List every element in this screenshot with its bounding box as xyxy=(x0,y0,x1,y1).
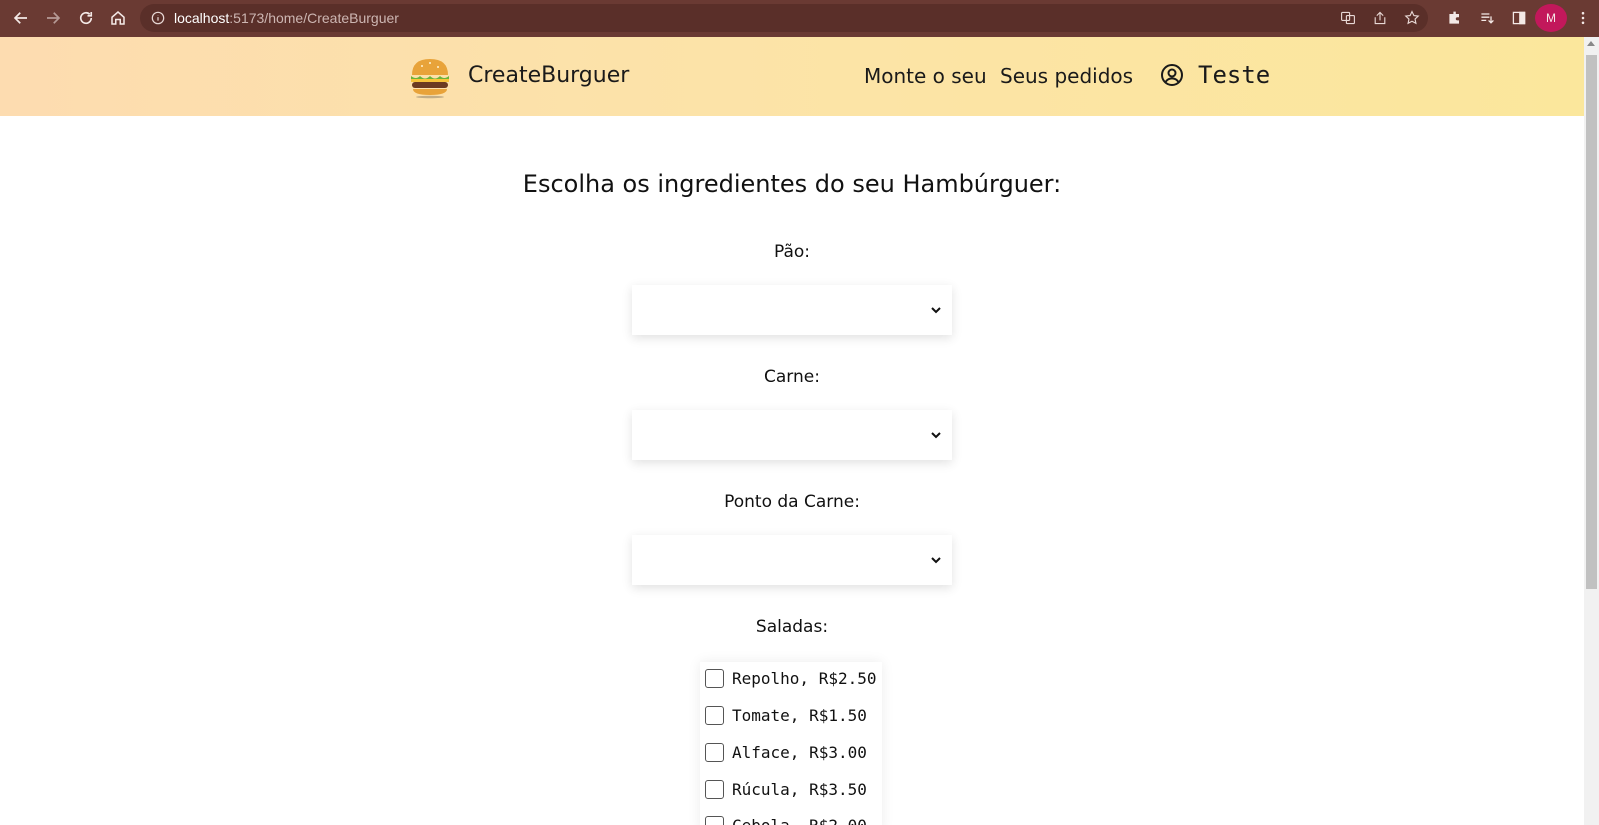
extensions-icon[interactable] xyxy=(1439,4,1471,32)
address-bar[interactable]: localhost:5173/home/CreateBurguer xyxy=(140,4,1428,32)
info-icon[interactable] xyxy=(150,10,166,26)
burger-logo-icon[interactable] xyxy=(408,55,452,99)
checkbox[interactable] xyxy=(705,669,724,688)
checkbox[interactable] xyxy=(705,816,724,825)
salads-label: Saladas: xyxy=(755,617,829,637)
salad-option-label: Repolho, R$2.50 xyxy=(732,669,877,688)
reading-list-icon[interactable] xyxy=(1471,4,1503,32)
salad-option-label: Rúcula, R$3.50 xyxy=(732,780,867,799)
salad-option-cebola[interactable]: Cebola, R$2.00 xyxy=(705,816,867,825)
checkbox[interactable] xyxy=(705,743,724,762)
avatar: M xyxy=(1535,4,1567,32)
user-name: Teste xyxy=(1198,61,1271,89)
chevron-down-icon xyxy=(931,307,941,314)
salad-option-label: Tomate, R$1.50 xyxy=(732,706,867,725)
reload-icon[interactable] xyxy=(70,2,102,34)
star-icon[interactable] xyxy=(1402,8,1422,28)
doneness-label: Ponto da Carne: xyxy=(724,492,860,512)
profile-avatar[interactable]: M xyxy=(1535,4,1567,32)
forward-icon[interactable] xyxy=(37,2,69,34)
bread-label: Pão: xyxy=(773,242,811,262)
side-panel-icon[interactable] xyxy=(1503,4,1535,32)
salad-option-tomate[interactable]: Tomate, R$1.50 xyxy=(705,706,867,725)
checkbox[interactable] xyxy=(705,706,724,725)
menu-icon[interactable] xyxy=(1567,4,1599,32)
salad-option-repolho[interactable]: Repolho, R$2.50 xyxy=(705,669,877,688)
brand-name[interactable]: CreateBurguer xyxy=(468,63,629,88)
user-menu[interactable]: Teste xyxy=(1160,61,1270,89)
salad-option-alface[interactable]: Alface, R$3.00 xyxy=(705,743,867,762)
checkbox[interactable] xyxy=(705,780,724,799)
salad-option-label: Cebola, R$2.00 xyxy=(732,816,867,825)
site-header: CreateBurguer Monte o seu Seus pedidos T… xyxy=(0,37,1584,116)
translate-icon[interactable] xyxy=(1338,8,1358,28)
back-icon[interactable] xyxy=(5,2,37,34)
scrollbar-thumb[interactable] xyxy=(1586,55,1597,589)
meat-select[interactable] xyxy=(632,410,952,460)
chevron-down-icon xyxy=(931,432,941,439)
chevron-down-icon xyxy=(931,557,941,564)
share-icon[interactable] xyxy=(1370,8,1390,28)
home-icon[interactable] xyxy=(102,2,134,34)
page-scrollbar[interactable] xyxy=(1584,37,1599,825)
salad-option-label: Alface, R$3.00 xyxy=(732,743,867,762)
url-text[interactable]: localhost:5173/home/CreateBurguer xyxy=(174,10,399,26)
bread-select[interactable] xyxy=(632,285,952,335)
nav-link-seus-pedidos[interactable]: Seus pedidos xyxy=(1000,64,1133,88)
scroll-up-arrow-icon[interactable] xyxy=(1587,41,1595,46)
browser-toolbar: localhost:5173/home/CreateBurguer M xyxy=(0,0,1599,37)
page-title: Escolha os ingredientes do seu Hambúrgue… xyxy=(522,170,1062,198)
doneness-select[interactable] xyxy=(632,535,952,585)
nav-link-monte-o-seu[interactable]: Monte o seu xyxy=(864,64,987,88)
user-circle-icon xyxy=(1161,64,1183,86)
salad-option-rucula[interactable]: Rúcula, R$3.50 xyxy=(705,780,867,799)
meat-label: Carne: xyxy=(764,367,820,387)
